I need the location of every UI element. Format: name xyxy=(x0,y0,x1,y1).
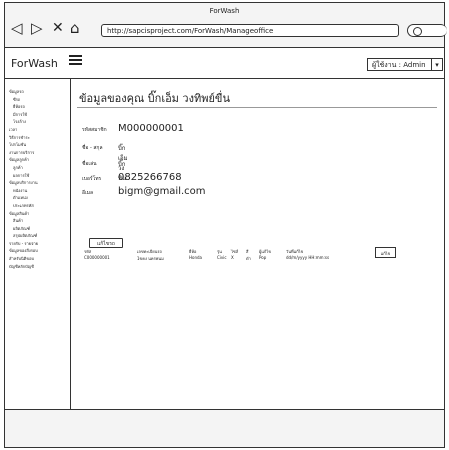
main-content: ข้อมูลของคุณ บิ๊กเอ็ม วงทิพย์ขื่น รหัสสม… xyxy=(71,78,444,410)
table-cell: Pop xyxy=(259,255,267,260)
page-title: ข้อมูลของคุณ บิ๊กเอ็ม วงทิพย์ขื่น xyxy=(79,92,230,105)
info-value: บิ๊ก xyxy=(118,161,126,168)
info-row: รหัสสมาชิก M000000001 xyxy=(82,123,184,134)
title-divider xyxy=(77,107,437,108)
sidebar-item[interactable]: ผลการใช้ xyxy=(9,172,70,180)
table-cell: ดำ xyxy=(246,256,251,261)
sidebar-item[interactable]: เวลา xyxy=(9,126,70,134)
row-edit-button[interactable]: แก้ไข xyxy=(375,247,396,258)
sidebar-item[interactable]: ข้อมูลบริการงาน xyxy=(9,179,70,187)
sidebar-item[interactable]: สรุปผลิตภัณฑ์ xyxy=(9,232,70,240)
sidebar-item[interactable]: หนังงาน xyxy=(9,187,70,195)
table-header: ผู้แก้ไข xyxy=(259,249,272,254)
home-icon[interactable]: ⌂ xyxy=(70,21,80,36)
sidebar-item[interactable]: โรงล้าง xyxy=(9,118,70,126)
sidebar-item[interactable]: ยี่ห้อรถ xyxy=(9,103,70,111)
table-cell: X xyxy=(231,255,234,260)
sidebar-item[interactable]: วิธีการชำระ xyxy=(9,134,70,142)
browser-footer xyxy=(5,409,444,447)
edit-car-button[interactable]: แก้ไขรถ xyxy=(89,238,123,248)
back-icon[interactable]: ◁ xyxy=(11,21,23,36)
info-row: เบอร์โทร 0825266768 xyxy=(82,172,182,183)
hamburger-menu-icon[interactable] xyxy=(69,55,82,65)
sidebar-item[interactable]: ผลิตภัณฑ์ xyxy=(9,225,70,233)
info-row: อีเมล bigm@gmail.com xyxy=(82,186,206,197)
sidebar-item[interactable]: ซีรถ xyxy=(9,96,70,104)
table-header: ยี่ห้อ xyxy=(189,249,197,254)
sidebar-item[interactable]: ข้อมูลลูกค้า xyxy=(9,156,70,164)
table-header: สี xyxy=(246,249,249,254)
table-cell: C000000001 xyxy=(84,255,110,260)
sidebar-item[interactable]: ข้อมูลของสิ่งรอบ xyxy=(9,247,70,255)
chevron-down-icon: ▾ xyxy=(431,59,442,70)
info-label: รหัสสมาชิก xyxy=(82,127,107,133)
window-title: ForWash xyxy=(209,7,240,15)
table-header: รหัส xyxy=(84,249,92,254)
info-value: M000000001 xyxy=(118,123,184,134)
table-cell: 1ขคง นครพนม xyxy=(137,256,164,261)
url-bar[interactable]: http://sapcisproject.com/ForWash/Manageo… xyxy=(101,24,399,37)
table-cell: Civic xyxy=(217,255,227,260)
table-cell: Honda xyxy=(189,255,202,260)
sidebar-item[interactable]: สินค้า xyxy=(9,217,70,225)
table-header: ไซส์ xyxy=(231,249,239,254)
sidebar-item[interactable]: ข้อมูลสินค้า xyxy=(9,210,70,218)
table-header: เลขทะเบียนรถ xyxy=(137,249,162,254)
sidebar-item[interactable]: โปรโมชั่น xyxy=(9,141,70,149)
app-header: ForWash ผู้ใช้งาน : Admin ▾ xyxy=(5,47,444,79)
info-row: ชื่อ - สกุล บิ๊กเอ็ม วงทิน xyxy=(82,144,128,182)
table-header: วันที่แก้ไข xyxy=(286,249,304,254)
info-label: อีเมล xyxy=(82,190,94,196)
info-value: 0825266768 xyxy=(118,172,182,183)
sidebar-item[interactable]: ข้อมูลรถ xyxy=(9,88,70,96)
search-icon xyxy=(413,27,422,36)
table-cell: dd/m/yyyy HH:mm:ss xyxy=(286,255,330,260)
user-dropdown[interactable]: ผู้ใช้งาน : Admin ▾ xyxy=(367,58,443,71)
sidebar-item[interactable]: บัญชีหลักบัญชี xyxy=(9,263,70,271)
sidebar-item[interactable]: สำหรับนิติขอบ xyxy=(9,255,70,263)
info-label: ชื่อ - สกุล xyxy=(82,145,103,151)
sidebar: ข้อมูลรถ ซีรถ ยี่ห้อรถ มีการใช้ โรงล้าง เวลาว… xyxy=(5,78,71,410)
sidebar-item[interactable]: งานการบริการ xyxy=(9,149,70,157)
user-label: ผู้ใช้งาน : Admin xyxy=(372,61,426,69)
browser-window: ForWash ◁ ▷ ✕ ⌂ http://sapcisproject.com… xyxy=(4,2,447,448)
browser-titlebar: ForWash ◁ ▷ ✕ ⌂ http://sapcisproject.com… xyxy=(5,3,447,48)
sidebar-item[interactable]: ประเภทรหัส xyxy=(9,202,70,210)
info-row: ชื่อเล่น บิ๊ก xyxy=(82,160,125,168)
sidebar-item[interactable]: มีการใช้ xyxy=(9,111,70,119)
sidebar-item[interactable]: ลูกค้า xyxy=(9,164,70,172)
info-value: bigm@gmail.com xyxy=(118,186,206,197)
sidebar-item[interactable]: รายรับ - รายจ่าย xyxy=(9,240,70,248)
table-header: รุ่น xyxy=(217,249,222,254)
brand-logo: ForWash xyxy=(11,57,58,70)
info-label: ชื่อเล่น xyxy=(82,161,97,167)
search-box[interactable] xyxy=(407,24,447,37)
forward-icon[interactable]: ▷ xyxy=(31,21,43,36)
close-icon[interactable]: ✕ xyxy=(52,21,64,36)
sidebar-item[interactable]: ตำแหน่ง xyxy=(9,194,70,202)
info-label: เบอร์โทร xyxy=(82,176,102,182)
